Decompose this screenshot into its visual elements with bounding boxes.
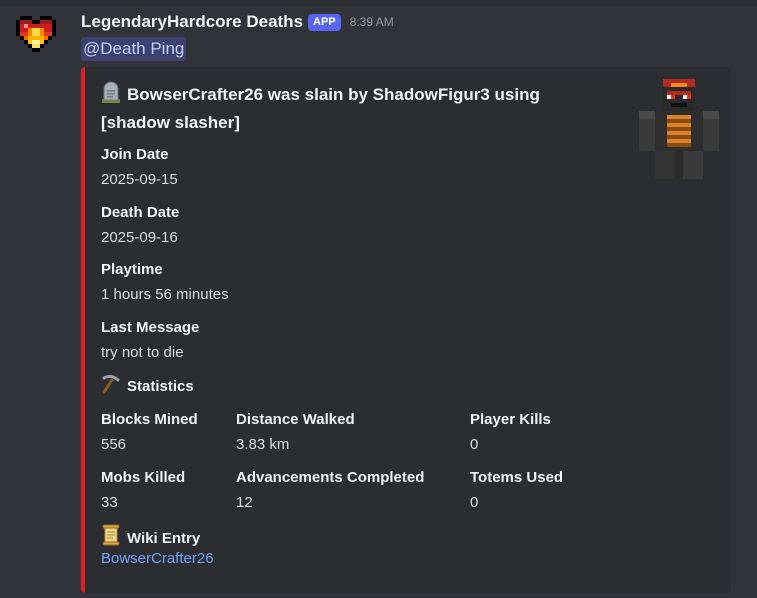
- stat-value: 12: [236, 494, 253, 511]
- wiki-heading: Wiki Entry: [101, 524, 200, 552]
- stat-name: Mobs Killed: [101, 469, 186, 486]
- wiki-heading-text: Wiki Entry: [127, 530, 201, 547]
- stat-value: 0: [470, 494, 479, 511]
- field-playtime-name: Playtime: [101, 261, 163, 278]
- field-playtime-value: 1 hours 56 minutes: [101, 286, 229, 303]
- stat-name: Distance Walked: [236, 411, 355, 428]
- field-last-message-value: try not to die: [101, 344, 184, 361]
- pickaxe-icon: [101, 374, 121, 400]
- headstone-icon: [101, 81, 121, 110]
- stat-value: 0: [470, 436, 479, 453]
- wiki-link-row: BowserCrafter26: [101, 549, 214, 569]
- field-last-message-name: Last Message: [101, 319, 200, 336]
- stat-value: 3.83 km: [236, 436, 290, 453]
- field-join-date-name: Join Date: [101, 146, 169, 163]
- embed-title: BowserCrafter26 was slain by ShadowFigur…: [101, 81, 591, 135]
- bot-username[interactable]: LegendaryHardcore Deaths: [81, 12, 303, 32]
- stat-name: Totems Used: [470, 469, 564, 486]
- stat-name: Blocks Mined: [101, 411, 198, 428]
- bot-avatar[interactable]: [12, 12, 60, 60]
- message-timestamp[interactable]: 8:39 AM: [350, 15, 394, 29]
- player-skin-thumbnail[interactable]: [631, 79, 727, 183]
- statistics-heading: Statistics: [101, 374, 194, 400]
- stat-name: Player Kills: [470, 411, 551, 428]
- stat-name: Advancements Completed: [236, 469, 425, 486]
- wiki-entry-link[interactable]: BowserCrafter26: [101, 550, 214, 567]
- scroll-icon: [101, 524, 121, 552]
- player-skin-image: [639, 79, 719, 179]
- pixel-heart-icon: [16, 16, 56, 52]
- stat-value: 33: [101, 494, 118, 511]
- field-death-date-value: 2025-09-16: [101, 229, 178, 246]
- field-death-date-name: Death Date: [101, 204, 180, 221]
- role-mention[interactable]: @Death Ping: [81, 37, 187, 61]
- stat-value: 556: [101, 436, 127, 453]
- top-strip: [0, 0, 757, 6]
- embed-title-text: BowserCrafter26 was slain by ShadowFigur…: [101, 85, 540, 132]
- message-header: LegendaryHardcore Deaths APP 8:39 AM: [81, 11, 394, 33]
- statistics-heading-text: Statistics: [127, 378, 194, 395]
- field-join-date-value: 2025-09-15: [101, 171, 178, 188]
- death-embed: BowserCrafter26 was slain by ShadowFigur…: [81, 67, 731, 593]
- app-badge: APP: [308, 13, 341, 31]
